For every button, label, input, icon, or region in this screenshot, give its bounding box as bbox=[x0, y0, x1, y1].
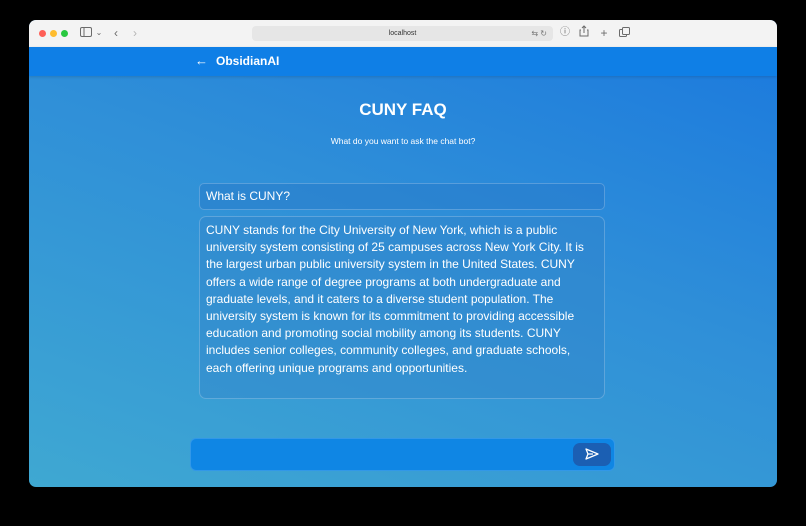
translate-reload-icon[interactable]: ⇆ ↻ bbox=[531, 26, 547, 41]
send-button[interactable] bbox=[573, 443, 611, 466]
new-tab-icon[interactable]: + bbox=[598, 25, 610, 41]
page-subtitle: What do you want to ask the chat bot? bbox=[330, 136, 476, 146]
brand-logo[interactable]: ObsidianAI bbox=[216, 54, 279, 69]
app-header: ← ObsidianAI bbox=[29, 47, 777, 76]
share-icon[interactable] bbox=[578, 25, 590, 41]
tab-overview-icon[interactable] bbox=[618, 25, 630, 41]
chat-input-bar bbox=[190, 438, 615, 471]
browser-window: ⌄ ‹ › localhost ⇆ ↻ ⓘ + ← ObsidianAI CUN… bbox=[29, 20, 777, 487]
browser-toolbar: ⌄ ‹ › localhost ⇆ ↻ ⓘ + bbox=[29, 20, 777, 48]
arrow-left-icon[interactable]: ← bbox=[195, 53, 208, 69]
address-bar[interactable]: localhost ⇆ ↻ bbox=[252, 26, 553, 41]
close-window-button[interactable] bbox=[39, 30, 46, 37]
minimize-window-button[interactable] bbox=[50, 30, 57, 37]
page-title: CUNY FAQ bbox=[359, 100, 447, 119]
bot-answer-bubble: CUNY stands for the City University of N… bbox=[199, 216, 605, 399]
back-nav-icon[interactable]: ‹ bbox=[111, 25, 121, 41]
zoom-window-button[interactable] bbox=[61, 30, 68, 37]
forward-nav-icon[interactable]: › bbox=[130, 25, 140, 41]
sidebar-toggle-icon[interactable] bbox=[79, 25, 93, 41]
send-icon bbox=[585, 448, 599, 460]
info-icon[interactable]: ⓘ bbox=[559, 25, 571, 41]
chevron-down-icon[interactable]: ⌄ bbox=[95, 25, 103, 41]
chat-input[interactable] bbox=[197, 445, 571, 467]
user-question-bubble: What is CUNY? bbox=[199, 183, 605, 210]
url-text: localhost bbox=[388, 30, 417, 37]
